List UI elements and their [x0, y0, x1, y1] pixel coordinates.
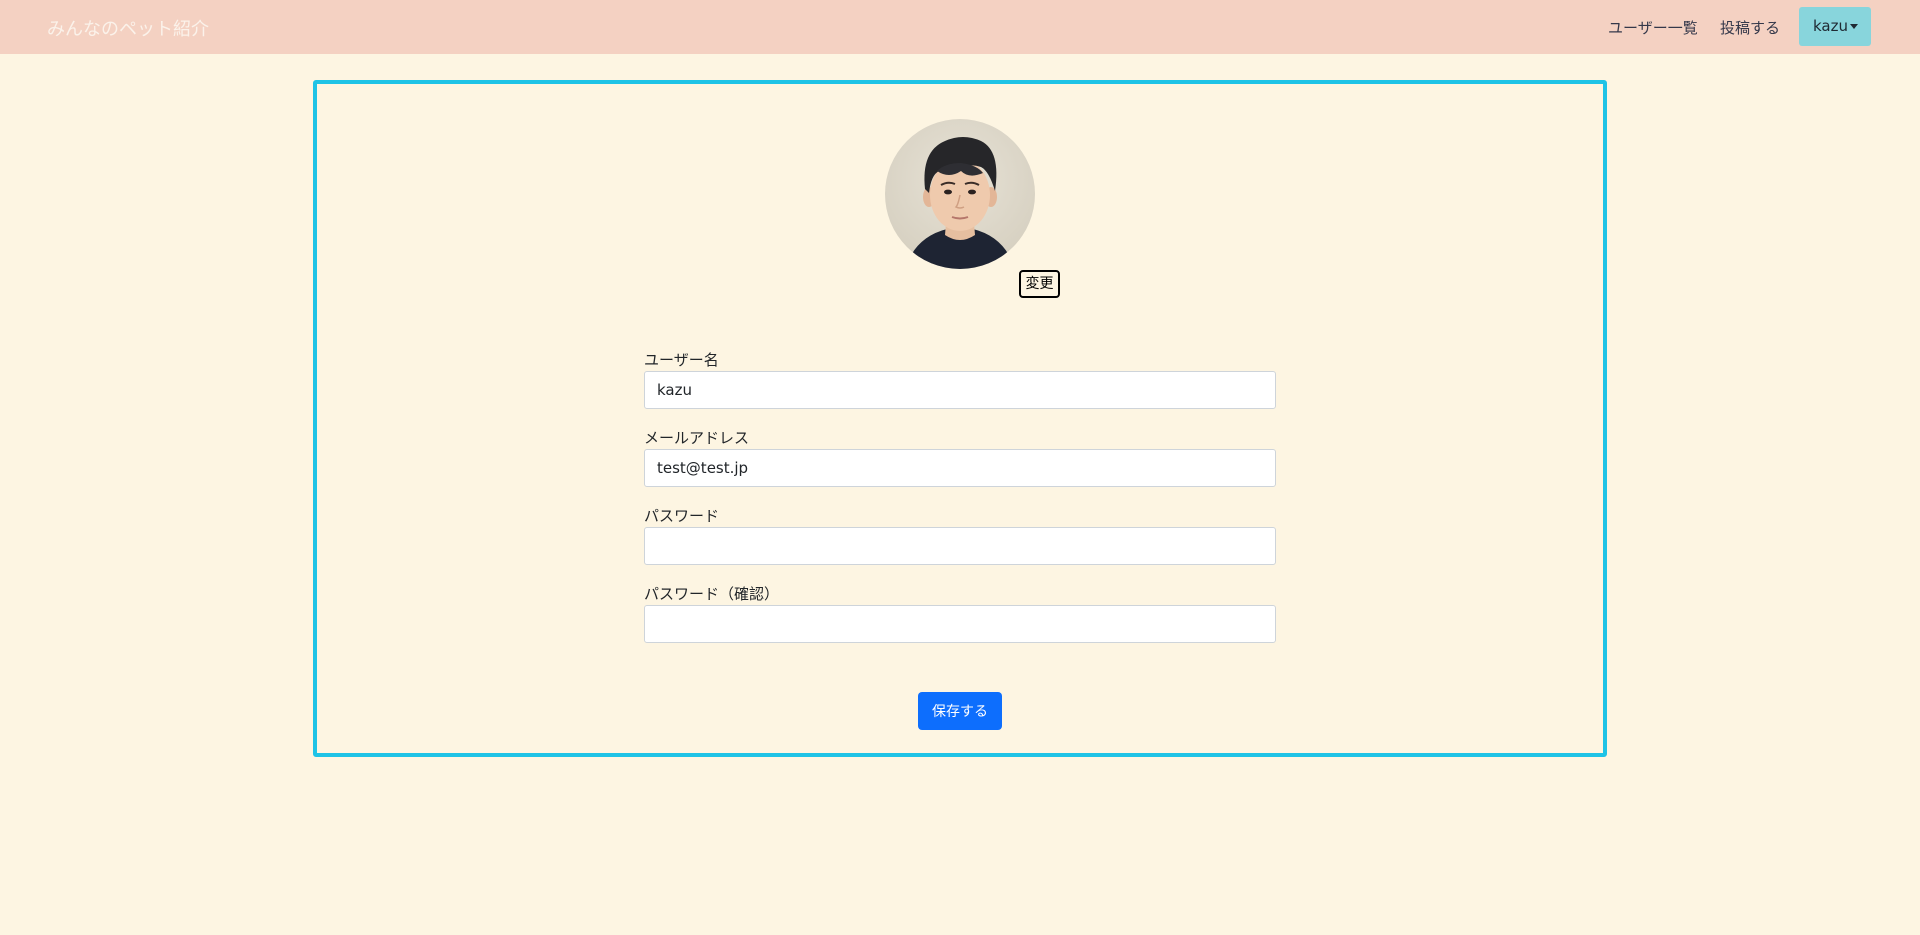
- user-avatar-photo: [905, 137, 1015, 269]
- email-label: メールアドレス: [644, 429, 750, 447]
- navbar: みんなのペット紹介 ユーザー一覧 投稿する kazu: [0, 0, 1920, 54]
- user-menu-dropdown-button[interactable]: kazu: [1799, 7, 1871, 46]
- brand-link[interactable]: みんなのペット紹介: [47, 15, 209, 41]
- user-menu-label: kazu: [1813, 17, 1848, 35]
- nav-link-post[interactable]: 投稿する: [1720, 17, 1780, 38]
- change-avatar-button[interactable]: 変更: [1019, 270, 1060, 298]
- caret-down-icon: [1850, 24, 1858, 29]
- user-avatar: [885, 119, 1035, 269]
- username-label: ユーザー名: [644, 351, 719, 369]
- email-input[interactable]: [644, 449, 1276, 487]
- password-input[interactable]: [644, 527, 1276, 565]
- save-button[interactable]: 保存する: [918, 692, 1002, 730]
- username-input[interactable]: [644, 371, 1276, 409]
- password-label: パスワード: [644, 507, 720, 525]
- password-confirm-label: パスワード（確認）: [644, 585, 780, 603]
- nav-link-user-list[interactable]: ユーザー一覧: [1608, 17, 1698, 38]
- password-confirm-input[interactable]: [644, 605, 1276, 643]
